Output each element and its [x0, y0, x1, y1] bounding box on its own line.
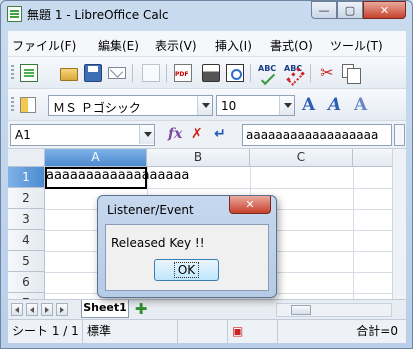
email-icon[interactable] [108, 67, 126, 79]
row-header-1[interactable]: 1 [8, 167, 45, 188]
formula-input-value: aaaaaaaaaaaaaaaaaa [246, 128, 379, 142]
new-document-icon[interactable] [20, 64, 38, 82]
autospellcheck-icon[interactable]: ABC [284, 64, 302, 82]
calc-app-icon [7, 6, 22, 22]
last-sheet-icon[interactable] [56, 303, 68, 316]
menu-insert[interactable]: 挿入(I) [215, 37, 252, 54]
row-header-3[interactable]: 3 [8, 209, 45, 230]
minimize-button[interactable]: — [311, 1, 337, 19]
column-header-b[interactable]: B [147, 149, 250, 167]
font-name-value: ＭＳ Ｐゴシック [53, 101, 141, 115]
dialog-title: Listener/Event [107, 203, 194, 217]
chevron-down-icon[interactable] [279, 96, 294, 115]
font-size-value: 10 [221, 99, 237, 113]
row-header-4[interactable]: 4 [8, 230, 45, 251]
title-bar[interactable]: 無題 1 - LibreOffice Calc — ▢ ✕ [1, 1, 412, 27]
toolbar-grip[interactable] [11, 65, 14, 81]
select-all-corner[interactable] [8, 149, 45, 167]
insert-mode-indicator[interactable] [178, 320, 228, 343]
row-header-2[interactable]: 2 [8, 188, 45, 209]
formula-bar: A1 fx ✗ ↵ aaaaaaaaaaaaaaaaaa [8, 121, 406, 149]
cut-icon[interactable]: ✂ [318, 64, 336, 82]
menu-view[interactable]: 表示(V) [155, 37, 197, 54]
export-pdf-icon[interactable] [174, 64, 192, 82]
font-effect-icon[interactable]: A [328, 96, 346, 114]
column-header-a[interactable]: A [45, 149, 147, 167]
open-icon[interactable] [60, 68, 78, 81]
dialog-body: Released Key !! OK [105, 224, 269, 291]
add-sheet-icon[interactable]: ✚ [133, 302, 149, 317]
toolbar-separator [166, 64, 167, 82]
toolbar-grip[interactable] [11, 97, 14, 113]
document-modified-icon: ▣ [228, 320, 278, 343]
grid-line [353, 167, 354, 299]
first-sheet-icon[interactable] [11, 303, 23, 316]
sheet-tab-row: Sheet1 ✚ [8, 299, 406, 319]
menu-tools[interactable]: ツール(T) [330, 37, 383, 54]
cancel-icon[interactable]: ✗ [191, 126, 203, 142]
sum-display[interactable]: 合計=0 [278, 320, 406, 343]
formula-expand-button[interactable] [394, 124, 405, 146]
ok-button-label: OK [173, 262, 200, 278]
sheet-count: シート 1 / 1 [8, 320, 83, 343]
sheet-tab-sheet1[interactable]: Sheet1 [81, 300, 129, 318]
dialog-close-button[interactable]: ✕ [229, 196, 271, 214]
prev-sheet-icon[interactable] [26, 303, 38, 316]
window-title: 無題 1 - LibreOffice Calc [27, 8, 169, 22]
window-controls: — ▢ ✕ [311, 1, 406, 20]
accept-icon[interactable]: ↵ [214, 126, 226, 142]
ok-button[interactable]: OK [154, 259, 219, 281]
menu-format[interactable]: 書式(O) [270, 37, 313, 54]
dialog-message: Released Key !! [111, 236, 205, 250]
status-bar: シート 1 / 1 標準 ▣ 合計=0 [8, 319, 406, 343]
chevron-down-icon[interactable] [139, 125, 154, 144]
font-size-box[interactable]: 10 [216, 95, 295, 116]
menu-bar: ファイル(F) 編集(E) 表示(V) 挿入(I) 書式(O) ツール(T) [8, 31, 406, 57]
print-icon[interactable] [202, 64, 220, 82]
edit-mode-icon[interactable] [142, 64, 160, 82]
next-sheet-icon[interactable] [41, 303, 53, 316]
copy-icon[interactable] [342, 64, 361, 84]
formatting-toolbar: ＭＳ Ｐゴシック 10 A A A [8, 89, 406, 121]
active-cell-cursor [45, 167, 147, 189]
styles-icon[interactable] [20, 97, 36, 113]
function-wizard-icon[interactable]: fx [168, 126, 182, 142]
column-header-c[interactable]: C [250, 149, 353, 167]
menu-edit[interactable]: 編集(E) [98, 37, 139, 54]
font-name-box[interactable]: ＭＳ Ｐゴシック [48, 95, 213, 116]
standard-toolbar: ABC ABC ✂ [8, 57, 406, 89]
vertical-scrollbar[interactable] [392, 149, 406, 299]
toolbar-separator [132, 64, 133, 82]
spellcheck-label: ABC [258, 64, 277, 73]
close-window-button[interactable]: ✕ [363, 1, 406, 19]
formula-input[interactable]: aaaaaaaaaaaaaaaaaa [242, 124, 392, 146]
scrollbar-thumb[interactable] [291, 305, 311, 315]
name-box-value: A1 [15, 128, 31, 142]
calc-window: 無題 1 - LibreOffice Calc — ▢ ✕ ファイル(F) 編集… [0, 0, 413, 349]
column-header-d[interactable] [353, 149, 393, 167]
maximize-button[interactable]: ▢ [337, 1, 363, 19]
print-preview-icon[interactable] [226, 64, 244, 82]
menu-file[interactable]: ファイル(F) [12, 37, 76, 54]
row-header-5[interactable]: 5 [8, 251, 45, 272]
autospellcheck-label: ABC [284, 64, 303, 73]
save-icon[interactable] [84, 64, 102, 82]
toolbar-separator [310, 64, 311, 82]
font-shadow-icon[interactable]: A [354, 96, 372, 114]
fontwork-icon[interactable]: A [302, 96, 320, 114]
name-box[interactable]: A1 [10, 124, 155, 146]
toolbar-separator [250, 64, 251, 82]
spellcheck-icon[interactable]: ABC [258, 64, 276, 82]
row-header-6[interactable]: 6 [8, 272, 45, 293]
page-style[interactable]: 標準 [83, 320, 178, 343]
listener-event-dialog: Listener/Event ✕ Released Key !! OK [97, 195, 277, 298]
horizontal-scrollbar[interactable] [276, 303, 392, 317]
chevron-down-icon[interactable] [197, 96, 212, 115]
